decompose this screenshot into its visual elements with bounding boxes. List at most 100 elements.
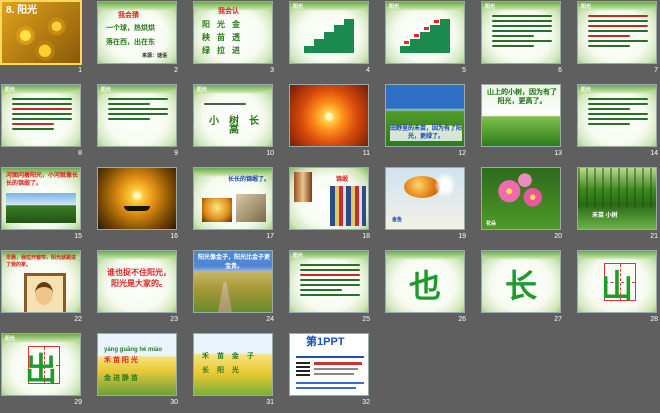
slide-title: 阳光 (581, 4, 592, 10)
slide-text: 金 进 静 苗 (104, 375, 138, 382)
slide-number: 30 (170, 399, 178, 406)
slide-number: 14 (650, 150, 658, 157)
slide-text: 阳光金 (202, 20, 247, 29)
character: 山 (600, 267, 633, 305)
slide-caption: 禾苗 小树 (592, 213, 618, 219)
slide-caption: 长长的锦缎了。 (228, 177, 271, 183)
slide-number: 4 (366, 67, 370, 74)
slide-number: 6 (558, 67, 562, 74)
slide-number: 24 (266, 316, 274, 323)
slide-caption: 锦缎 (336, 177, 349, 183)
slide-thumbnail-2[interactable]: 我会猜 一个球，热烘烘 落在西，出在东 来源：谜语 2 (97, 1, 179, 81)
slide-text: 绿拉进 (202, 46, 247, 55)
slide-number: 25 (362, 316, 370, 323)
slide-title: 阳光 (5, 336, 16, 342)
slide-number: 27 (554, 316, 562, 323)
slide-thumbnail-10[interactable]: 阳光 小树长高 10 (193, 84, 275, 164)
slide-thumbnail-18[interactable]: 锦缎 18 (289, 167, 371, 247)
slide-caption: 阳光像金子，阳光比金子更宝贵。 (198, 255, 271, 270)
slide-number: 18 (362, 233, 370, 240)
slide-title: 阳光 (5, 87, 16, 93)
slide-number: 22 (74, 316, 82, 323)
slide-thumbnail-22[interactable]: 早晨，我拉开窗帘，阳光就跳进了我的家。 22 (1, 250, 83, 330)
slide-thumbnail-5[interactable]: 阳光 5 (385, 1, 467, 81)
slide-number: 20 (554, 233, 562, 240)
slide-text: 一个球，热烘烘 (106, 25, 155, 32)
slide-thumbnail-15[interactable]: 河面闪着阳光，小河就像长长的锦缎了。 15 (1, 167, 83, 247)
stairs-graphic (400, 19, 450, 53)
slide-number: 1 (78, 67, 82, 74)
slide-title: 我会认 (218, 8, 239, 15)
slide-caption: 河面闪着阳光，小河就像长长的锦缎了。 (6, 173, 79, 187)
slide-number: 29 (74, 399, 82, 406)
slide-thumbnail-11[interactable]: 11 (289, 84, 371, 164)
brand-logo: 第1PPT (306, 336, 345, 348)
slide-number: 8 (78, 150, 82, 157)
slide-title: 阳光 (581, 87, 592, 93)
slide-thumbnail-21[interactable]: 禾苗 小树 21 (577, 167, 659, 247)
slide-thumbnail-25[interactable]: 阳光 25 (289, 250, 371, 330)
slide-thumbnail-32[interactable]: 第1PPT 32 (289, 333, 371, 413)
slide-number: 16 (170, 233, 178, 240)
slide-number: 31 (266, 399, 274, 406)
slide-thumbnail-12[interactable]: 田野里的禾苗，因为有了阳光，更绿了。 12 (385, 84, 467, 164)
slide-number: 7 (654, 67, 658, 74)
slide-thumbnail-19[interactable]: 金鱼 19 (385, 167, 467, 247)
slide-thumbnail-16[interactable]: 16 (97, 167, 179, 247)
character: 出 (24, 350, 57, 388)
slide-caption: 早晨，我拉开窗帘，阳光就跳进了我的家。 (6, 255, 77, 268)
slide-thumbnail-24[interactable]: 阳光像金子，阳光比金子更宝贵。 24 (193, 250, 275, 330)
slide-number: 17 (266, 233, 274, 240)
slide-thumbnail-7[interactable]: 阳光 7 (577, 1, 659, 81)
slide-thumbnail-31[interactable]: 禾 苗 金 子 长 阳 光 31 (193, 333, 275, 413)
slide-caption: 田野里的禾苗，因为有了阳光，更绿了。 (390, 125, 463, 141)
slide-thumbnail-8[interactable]: 阳光 8 (1, 84, 83, 164)
slide-title: 阳光 (293, 4, 304, 10)
slide-number: 9 (174, 150, 178, 157)
slide-thumbnail-26[interactable]: 也 26 (385, 250, 467, 330)
slide-text: 秧苗透 (202, 33, 247, 42)
slide-number: 15 (74, 233, 82, 240)
slide-thumbnail-14[interactable]: 阳光 14 (577, 84, 659, 164)
slide-caption: 花朵 (486, 221, 497, 227)
slide-number: 11 (362, 150, 370, 157)
slide-text: 禾 苗 金 子 (202, 353, 257, 360)
slide-number: 3 (270, 67, 274, 74)
slide-thumbnail-6[interactable]: 阳光 6 (481, 1, 563, 81)
slide-thumbnail-9[interactable]: 阳光 9 (97, 84, 179, 164)
slide-number: 13 (554, 150, 562, 157)
slide-number: 21 (650, 233, 658, 240)
character: 也 (408, 267, 441, 305)
slide-title: 阳光 (101, 87, 112, 93)
slide-thumbnail-13[interactable]: 山上的小树，因为有了阳光，更高了。 13 (481, 84, 563, 164)
slide-thumbnail-1[interactable]: 8. 阳光 1 (0, 0, 83, 81)
slide-text: 落在西，出在东 (106, 39, 155, 46)
slide-text: 长 阳 光 (202, 367, 242, 374)
slide-thumbnail-30[interactable]: yáng guāng hé miáo 禾 苗 阳 光 金 进 静 苗 30 (97, 333, 179, 413)
slide-thumbnail-3[interactable]: 我会认 阳光金 秧苗透 绿拉进 3 (193, 1, 275, 81)
slide-number: 2 (174, 67, 178, 74)
slide-title: 阳光 (389, 4, 400, 10)
slide-thumbnail-27[interactable]: 长 27 (481, 250, 563, 330)
slide-caption: 谁也捉不住阳光，阳光是大家的。 (107, 268, 171, 288)
slide-title: 我会猜 (118, 12, 139, 19)
slide-text: yáng guāng hé miáo (104, 347, 163, 353)
slide-number: 26 (458, 316, 466, 323)
slide-number: 28 (650, 316, 658, 323)
slide-thumbnail-20[interactable]: 花朵 20 (481, 167, 563, 247)
slide-number: 32 (362, 399, 370, 406)
slide-caption: 山上的小树，因为有了阳光，更高了。 (487, 89, 557, 105)
character: 长 (504, 267, 537, 305)
slide-number: 5 (462, 67, 466, 74)
slide-thumbnail-29[interactable]: 阳光 出 29 (1, 333, 83, 413)
slide-thumbnail-4[interactable]: 阳光 4 (289, 1, 371, 81)
slide-thumbnail-28[interactable]: 山 28 (577, 250, 659, 330)
slide-title: 8. 阳光 (6, 5, 38, 16)
slide-thumbnail-17[interactable]: 长长的锦缎了。 17 (193, 167, 275, 247)
slide-number: 10 (266, 150, 274, 157)
slide-number: 23 (170, 316, 178, 323)
slide-title: 阳光 (197, 87, 208, 93)
slide-thumbnail-23[interactable]: 谁也捉不住阳光，阳光是大家的。 23 (97, 250, 179, 330)
slide-text: 禾 苗 阳 光 (104, 357, 138, 364)
slide-caption: 金鱼 (392, 217, 403, 223)
